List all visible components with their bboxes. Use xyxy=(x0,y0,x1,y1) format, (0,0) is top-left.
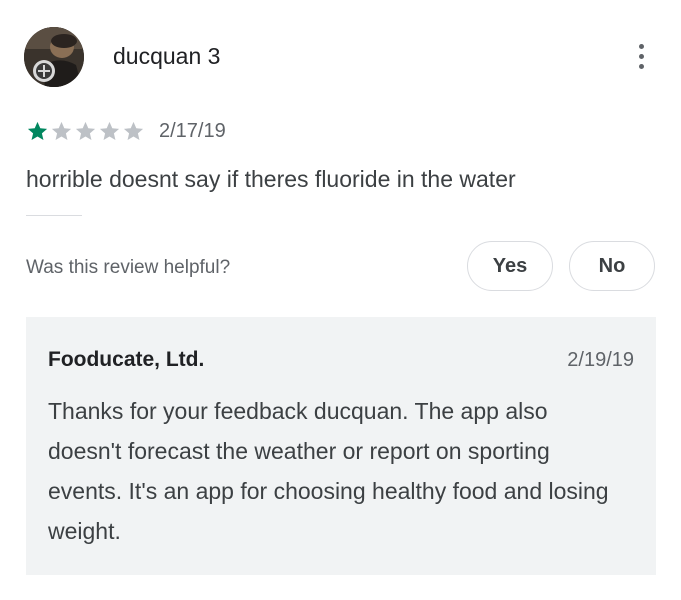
review-author: ducquan 3 xyxy=(113,43,221,69)
rating-row: 2/17/19 xyxy=(26,118,226,144)
helpful-no-button[interactable]: No xyxy=(569,241,655,291)
star-empty-icon xyxy=(99,121,120,140)
star-empty-icon xyxy=(123,121,144,140)
more-options-button[interactable] xyxy=(624,36,658,76)
developer-reply: Fooducate, Ltd. 2/19/19 Thanks for your … xyxy=(26,317,656,575)
review-date: 2/17/19 xyxy=(159,120,226,142)
divider xyxy=(26,215,82,216)
avatar[interactable] xyxy=(24,27,84,87)
reply-date: 2/19/19 xyxy=(567,349,634,371)
review-card: ducquan 3 2/17/19 horrible doesnt say if… xyxy=(0,0,681,600)
developer-name: Fooducate, Ltd. xyxy=(48,348,205,371)
helpful-yes-button[interactable]: Yes xyxy=(467,241,553,291)
more-vert-icon xyxy=(638,43,644,49)
helpful-question: Was this review helpful? xyxy=(26,257,231,278)
user-avatar-photo xyxy=(24,27,84,87)
star-filled-icon xyxy=(27,121,48,140)
reply-text: Thanks for your feedback ducquan. The ap… xyxy=(48,398,609,544)
star-empty-icon xyxy=(75,121,96,140)
star-rating xyxy=(26,120,145,143)
star-empty-icon xyxy=(51,121,72,140)
review-text: horrible doesnt say if theres fluoride i… xyxy=(26,166,516,192)
